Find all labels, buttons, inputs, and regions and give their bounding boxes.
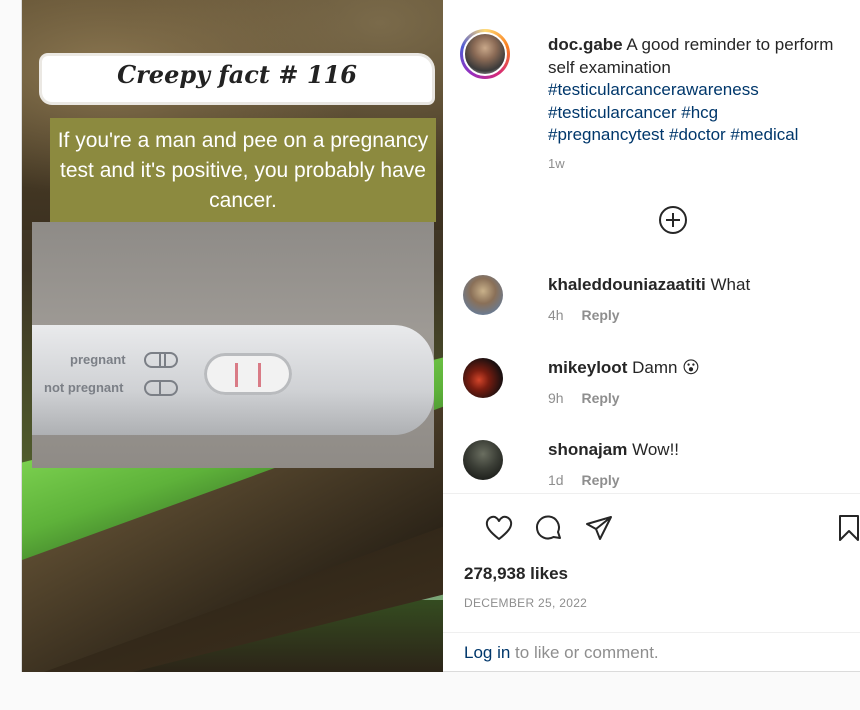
hashtag[interactable]: #doctor [669, 125, 726, 144]
fact-text: If you're a man and pee on a pregnancy t… [57, 129, 429, 212]
comment-item: shonajam Wow!! 1d Reply [443, 438, 860, 498]
comment-meta: 1d Reply [548, 472, 620, 488]
plus-circle-icon[interactable] [658, 205, 688, 235]
commenter-username[interactable]: mikeyloot [548, 358, 627, 377]
test-result-window [204, 353, 292, 395]
post-side-panel: doc.gabe A good reminder to perform self… [443, 0, 860, 672]
commenter-avatar[interactable] [463, 275, 503, 315]
comment-time[interactable]: 1d [548, 472, 564, 488]
commenter-avatar[interactable] [463, 440, 503, 480]
fact-title: Creepy fact # 116 [117, 60, 357, 89]
comment-body: Damn 😮 [632, 358, 700, 377]
comment-body: What [710, 275, 751, 294]
reply-button[interactable]: Reply [581, 472, 619, 488]
result-line [235, 363, 238, 387]
hashtag[interactable]: #hcg [681, 103, 718, 122]
bookmark-icon[interactable] [834, 513, 860, 543]
comment-body: Wow!! [632, 440, 680, 459]
comment-meta: 4h Reply [548, 307, 620, 323]
divider [443, 632, 860, 633]
one-line-symbol [144, 380, 178, 396]
commenter-avatar[interactable] [463, 358, 503, 398]
instagram-post: Creepy fact # 116 If you're a man and pe… [21, 0, 860, 672]
comment-time[interactable]: 9h [548, 390, 564, 406]
comment-text: mikeyloot Damn 😮 [548, 358, 700, 378]
test-label-pregnant: pregnant [70, 352, 126, 367]
reply-button[interactable]: Reply [581, 307, 619, 323]
author-avatar[interactable] [460, 29, 510, 79]
comment-icon[interactable] [534, 513, 564, 543]
hashtag[interactable]: #medical [730, 125, 798, 144]
divider [443, 493, 860, 494]
hashtag[interactable]: #pregnancytest [548, 125, 664, 144]
login-prompt: Log in to like or comment. [464, 643, 659, 663]
hashtag[interactable]: #testicularcancerawareness [548, 80, 759, 99]
comment-meta: 9h Reply [548, 390, 620, 406]
comment-item: khaleddouniazaatiti What 4h Reply [443, 273, 860, 333]
two-line-symbol [144, 352, 178, 368]
like-count[interactable]: 278,938 likes [464, 564, 568, 584]
result-line [258, 363, 261, 387]
test-label-not-pregnant: not pregnant [44, 380, 124, 395]
login-rest: to like or comment. [510, 643, 659, 662]
author-username[interactable]: doc.gabe [548, 35, 623, 54]
share-icon[interactable] [584, 513, 614, 543]
author-avatar-photo [463, 32, 507, 76]
comment-text: khaleddouniazaatiti What [548, 275, 750, 295]
commenter-username[interactable]: khaleddouniazaatiti [548, 275, 706, 294]
comment-time[interactable]: 4h [548, 307, 564, 323]
comment-text: shonajam Wow!! [548, 440, 679, 460]
post-caption: doc.gabe A good reminder to perform self… [548, 34, 838, 147]
comment-item: mikeyloot Damn 😮 9h Reply [443, 356, 860, 416]
post-image[interactable]: Creepy fact # 116 If you're a man and pe… [22, 0, 443, 672]
commenter-username[interactable]: shonajam [548, 440, 627, 459]
login-link[interactable]: Log in [464, 643, 510, 662]
post-date: DECEMBER 25, 2022 [464, 596, 588, 610]
reply-button[interactable]: Reply [581, 390, 619, 406]
heart-icon[interactable] [484, 513, 514, 543]
post-time[interactable]: 1w [548, 156, 565, 171]
hashtag[interactable]: #testicularcancer [548, 103, 677, 122]
